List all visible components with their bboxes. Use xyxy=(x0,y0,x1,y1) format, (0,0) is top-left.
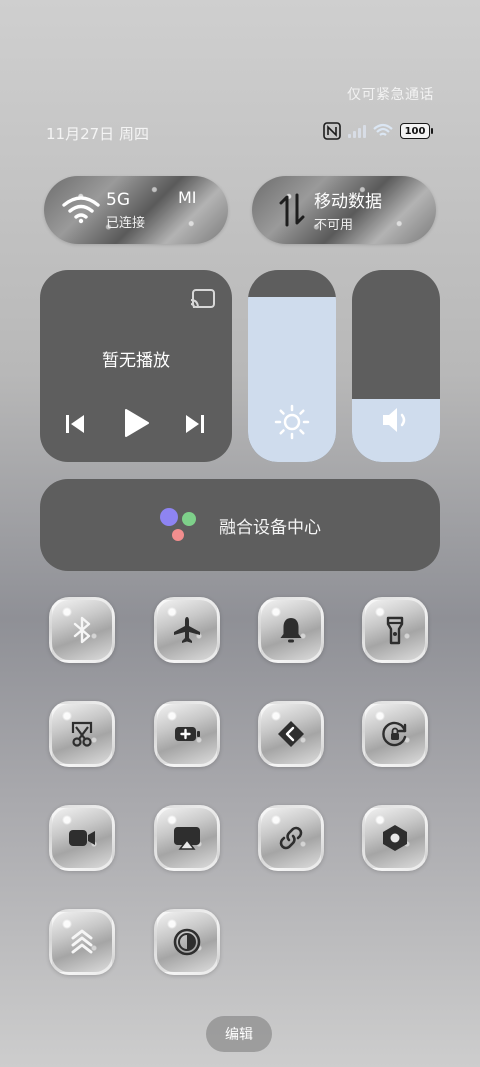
bell-icon xyxy=(280,618,302,643)
flashlight-icon xyxy=(386,616,404,645)
emergency-call-text: 仅可紧急通话 xyxy=(347,87,434,103)
mobile-data-status: 不可用 xyxy=(314,218,354,233)
settings-hex-icon xyxy=(383,825,407,851)
cast-output-icon[interactable] xyxy=(190,288,216,310)
nfc-icon xyxy=(323,122,341,140)
battery-indicator: 100 xyxy=(400,123,433,139)
dark-mode-toggle[interactable] xyxy=(154,909,220,975)
device-hub-icon xyxy=(160,508,196,541)
mobile-data-toggle[interactable]: 移动数据 不可用 xyxy=(252,176,436,244)
screen-record-icon xyxy=(69,830,95,846)
volume-slider[interactable] xyxy=(352,270,440,462)
rotation-lock-toggle[interactable] xyxy=(362,701,428,767)
wifi-icon xyxy=(62,196,100,224)
hex-settings-toggle[interactable] xyxy=(362,805,428,871)
edit-button[interactable]: 编辑 xyxy=(206,1016,272,1052)
screen-record-toggle[interactable] xyxy=(49,805,115,871)
bluetooth-toggle[interactable] xyxy=(49,597,115,663)
media-player-card[interactable]: 暂无播放 xyxy=(40,270,232,462)
battery-saver-toggle[interactable] xyxy=(154,701,220,767)
link-icon xyxy=(279,826,303,850)
speaker-icon xyxy=(383,408,406,432)
performance-mode-toggle[interactable] xyxy=(49,909,115,975)
flashlight-toggle[interactable] xyxy=(362,597,428,663)
brightness-icon xyxy=(274,404,310,440)
wifi-network-name: 5G xyxy=(106,189,130,210)
status-bar-icons: 100 xyxy=(323,122,433,140)
battery-saver-icon xyxy=(175,727,200,741)
media-title: 暂无播放 xyxy=(102,351,170,371)
play-icon[interactable] xyxy=(124,408,150,438)
rotation-lock-icon xyxy=(382,721,407,747)
ring-mode-toggle[interactable] xyxy=(258,597,324,663)
mobile-data-icon xyxy=(279,193,305,227)
bluetooth-icon xyxy=(73,616,91,644)
wifi-network-name-overflow: MI xyxy=(178,188,197,207)
share-toggle[interactable] xyxy=(258,701,324,767)
wifi-status: 已连接 xyxy=(106,215,146,231)
screenshot-toggle[interactable] xyxy=(49,701,115,767)
next-track-icon[interactable] xyxy=(185,414,205,434)
device-hub-button[interactable]: 融合设备中心 xyxy=(40,479,440,571)
weekday-text: 周四 xyxy=(118,125,149,143)
mobile-data-title: 移动数据 xyxy=(314,192,382,212)
cast-icon xyxy=(174,827,200,850)
cell-signal-icon xyxy=(348,124,366,138)
airplane-mode-toggle[interactable] xyxy=(154,597,220,663)
wifi-toggle[interactable]: 5G 已连接 MI xyxy=(44,176,228,244)
wifi-status-icon xyxy=(373,123,393,136)
date-display: 11月27日 周四 xyxy=(46,123,149,144)
link-toggle[interactable] xyxy=(258,805,324,871)
transfer-icon xyxy=(278,721,304,747)
performance-icon xyxy=(71,929,93,954)
airplane-icon xyxy=(174,617,200,643)
screenshot-icon xyxy=(71,721,93,747)
brightness-slider[interactable] xyxy=(248,270,336,462)
device-hub-label: 融合设备中心 xyxy=(219,517,321,538)
cast-toggle[interactable] xyxy=(154,805,220,871)
date-text: 11月27日 xyxy=(46,125,115,143)
previous-track-icon[interactable] xyxy=(65,414,85,434)
dark-mode-icon xyxy=(173,928,201,956)
